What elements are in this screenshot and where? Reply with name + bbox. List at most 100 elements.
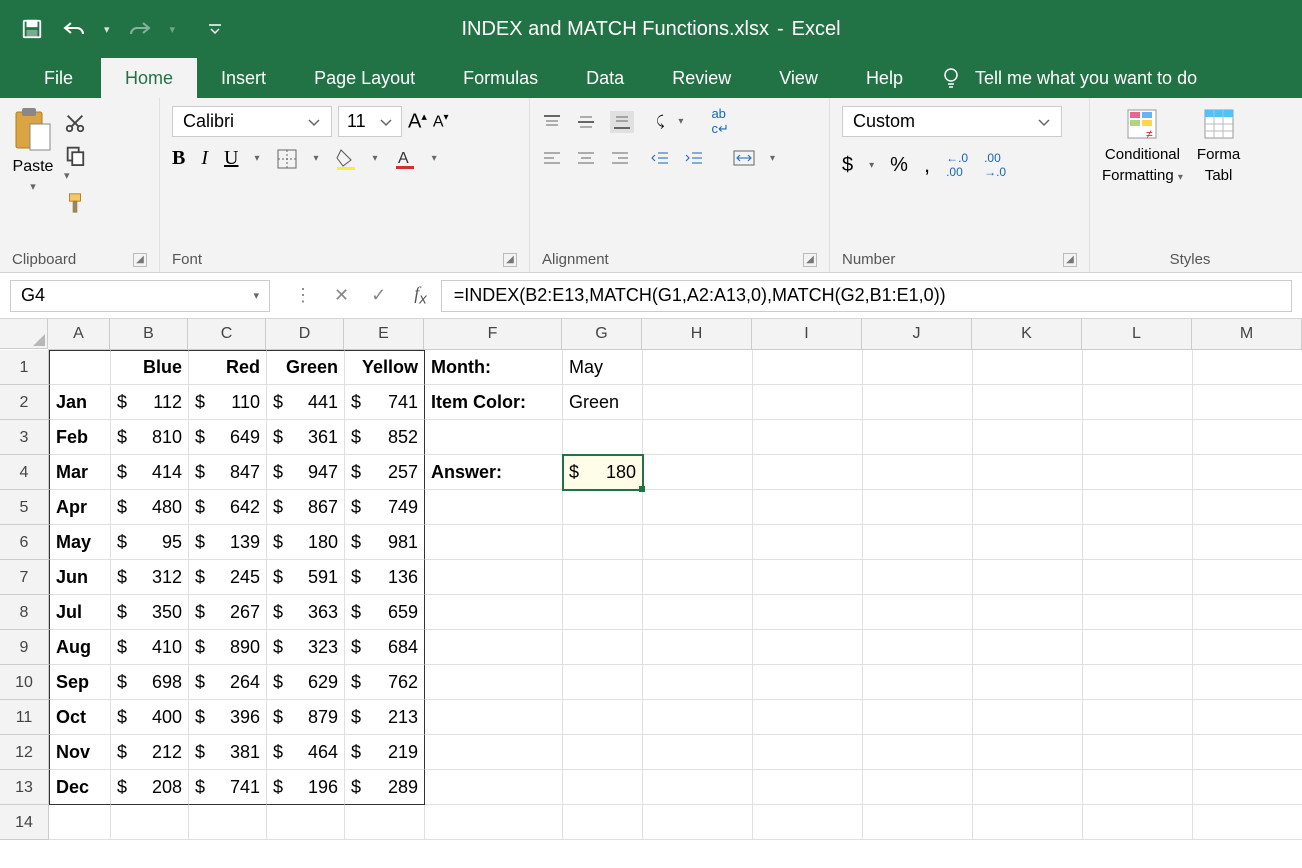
align-left-icon[interactable] bbox=[542, 150, 562, 166]
cell-F8[interactable] bbox=[425, 595, 563, 630]
paste-label[interactable]: Paste bbox=[13, 158, 54, 176]
cell-E8[interactable]: $ 659 bbox=[345, 595, 425, 630]
cell-E7[interactable]: $ 136 bbox=[345, 560, 425, 595]
cell-M14[interactable] bbox=[1193, 805, 1302, 840]
cell-G10[interactable] bbox=[563, 665, 643, 700]
cell-G8[interactable] bbox=[563, 595, 643, 630]
comma-format-icon[interactable]: , bbox=[924, 152, 930, 178]
cell-H13[interactable] bbox=[643, 770, 753, 805]
cell-C3[interactable]: $649 bbox=[189, 420, 267, 455]
cell-A4[interactable]: Mar bbox=[49, 455, 111, 490]
qat-customize-icon[interactable] bbox=[203, 17, 227, 41]
row-header-7[interactable]: 7 bbox=[0, 560, 48, 595]
tab-formulas[interactable]: Formulas bbox=[439, 58, 562, 98]
col-header-C[interactable]: C bbox=[188, 319, 266, 349]
cell-J6[interactable] bbox=[863, 525, 973, 560]
increase-decimal-icon[interactable]: ←.0.00 bbox=[946, 151, 968, 179]
cell-F14[interactable] bbox=[425, 805, 563, 840]
undo-dropdown-icon[interactable]: ▾ bbox=[104, 23, 110, 36]
cell-M10[interactable] bbox=[1193, 665, 1302, 700]
cell-E12[interactable]: $ 219 bbox=[345, 735, 425, 770]
cell-H10[interactable] bbox=[643, 665, 753, 700]
col-header-I[interactable]: I bbox=[752, 319, 862, 349]
cell-D12[interactable]: $464 bbox=[267, 735, 345, 770]
orientation-icon[interactable]: ⤹ bbox=[656, 113, 664, 130]
col-header-K[interactable]: K bbox=[972, 319, 1082, 349]
row-header-3[interactable]: 3 bbox=[0, 420, 48, 455]
row-header-6[interactable]: 6 bbox=[0, 525, 48, 560]
cell-M8[interactable] bbox=[1193, 595, 1302, 630]
cell-E13[interactable]: $ 289 bbox=[345, 770, 425, 805]
fill-color-icon[interactable] bbox=[335, 148, 357, 170]
cell-G6[interactable] bbox=[563, 525, 643, 560]
cell-G11[interactable] bbox=[563, 700, 643, 735]
cell-J4[interactable] bbox=[863, 455, 973, 490]
cell-D11[interactable]: $879 bbox=[267, 700, 345, 735]
cell-H9[interactable] bbox=[643, 630, 753, 665]
cell-L13[interactable] bbox=[1083, 770, 1193, 805]
cell-F10[interactable] bbox=[425, 665, 563, 700]
cell-M11[interactable] bbox=[1193, 700, 1302, 735]
cell-H11[interactable] bbox=[643, 700, 753, 735]
cell-B14[interactable] bbox=[111, 805, 189, 840]
cell-M9[interactable] bbox=[1193, 630, 1302, 665]
cell-J10[interactable] bbox=[863, 665, 973, 700]
cell-F1[interactable]: Month: bbox=[425, 350, 563, 385]
save-icon[interactable] bbox=[20, 17, 44, 41]
cell-C14[interactable] bbox=[189, 805, 267, 840]
accounting-format-icon[interactable]: $ bbox=[842, 154, 853, 177]
cell-A1[interactable] bbox=[49, 350, 111, 385]
bold-button[interactable]: B bbox=[172, 147, 185, 170]
row-header-2[interactable]: 2 bbox=[0, 385, 48, 420]
cell-L14[interactable] bbox=[1083, 805, 1193, 840]
orientation-dropdown-icon[interactable]: ▾ bbox=[678, 116, 683, 127]
cell-K7[interactable] bbox=[973, 560, 1083, 595]
cell-G5[interactable] bbox=[563, 490, 643, 525]
cell-I10[interactable] bbox=[753, 665, 863, 700]
cell-G4[interactable]: $180 bbox=[563, 455, 643, 490]
wrap-text-icon[interactable]: abc↵ bbox=[711, 106, 728, 137]
row-header-11[interactable]: 11 bbox=[0, 700, 48, 735]
tab-data[interactable]: Data bbox=[562, 58, 648, 98]
cells-area[interactable]: BlueRedGreenYellowMonth:MayJan$112$110$4… bbox=[49, 350, 1302, 840]
cell-E10[interactable]: $ 762 bbox=[345, 665, 425, 700]
cell-B1[interactable]: Blue bbox=[111, 350, 189, 385]
cell-E6[interactable]: $ 981 bbox=[345, 525, 425, 560]
cell-H4[interactable] bbox=[643, 455, 753, 490]
fill-dropdown-icon[interactable]: ▾ bbox=[373, 153, 378, 164]
cell-F4[interactable]: Answer: bbox=[425, 455, 563, 490]
font-name-select[interactable]: Calibri bbox=[172, 106, 332, 137]
cell-D9[interactable]: $323 bbox=[267, 630, 345, 665]
cell-I9[interactable] bbox=[753, 630, 863, 665]
row-header-14[interactable]: 14 bbox=[0, 805, 48, 840]
cell-M13[interactable] bbox=[1193, 770, 1302, 805]
conditional-formatting-button[interactable]: ≠ Conditional Formatting ▾ bbox=[1102, 106, 1183, 247]
cell-J14[interactable] bbox=[863, 805, 973, 840]
cell-B11[interactable]: $400 bbox=[111, 700, 189, 735]
cell-K3[interactable] bbox=[973, 420, 1083, 455]
cell-B13[interactable]: $208 bbox=[111, 770, 189, 805]
cell-J3[interactable] bbox=[863, 420, 973, 455]
col-header-B[interactable]: B bbox=[110, 319, 188, 349]
row-header-5[interactable]: 5 bbox=[0, 490, 48, 525]
cell-E4[interactable]: $ 257 bbox=[345, 455, 425, 490]
cell-F7[interactable] bbox=[425, 560, 563, 595]
cell-B9[interactable]: $410 bbox=[111, 630, 189, 665]
cell-H6[interactable] bbox=[643, 525, 753, 560]
cell-I13[interactable] bbox=[753, 770, 863, 805]
cell-J11[interactable] bbox=[863, 700, 973, 735]
cell-A5[interactable]: Apr bbox=[49, 490, 111, 525]
cell-E14[interactable] bbox=[345, 805, 425, 840]
cell-L8[interactable] bbox=[1083, 595, 1193, 630]
tab-home[interactable]: Home bbox=[101, 58, 197, 98]
align-right-icon[interactable] bbox=[610, 150, 630, 166]
decrease-decimal-icon[interactable]: .00→.0 bbox=[984, 151, 1006, 179]
cell-L12[interactable] bbox=[1083, 735, 1193, 770]
cell-B3[interactable]: $810 bbox=[111, 420, 189, 455]
tab-view[interactable]: View bbox=[755, 58, 842, 98]
align-middle-icon[interactable] bbox=[576, 113, 596, 131]
undo-icon[interactable] bbox=[62, 17, 86, 41]
cell-F11[interactable] bbox=[425, 700, 563, 735]
col-header-J[interactable]: J bbox=[862, 319, 972, 349]
row-header-10[interactable]: 10 bbox=[0, 665, 48, 700]
